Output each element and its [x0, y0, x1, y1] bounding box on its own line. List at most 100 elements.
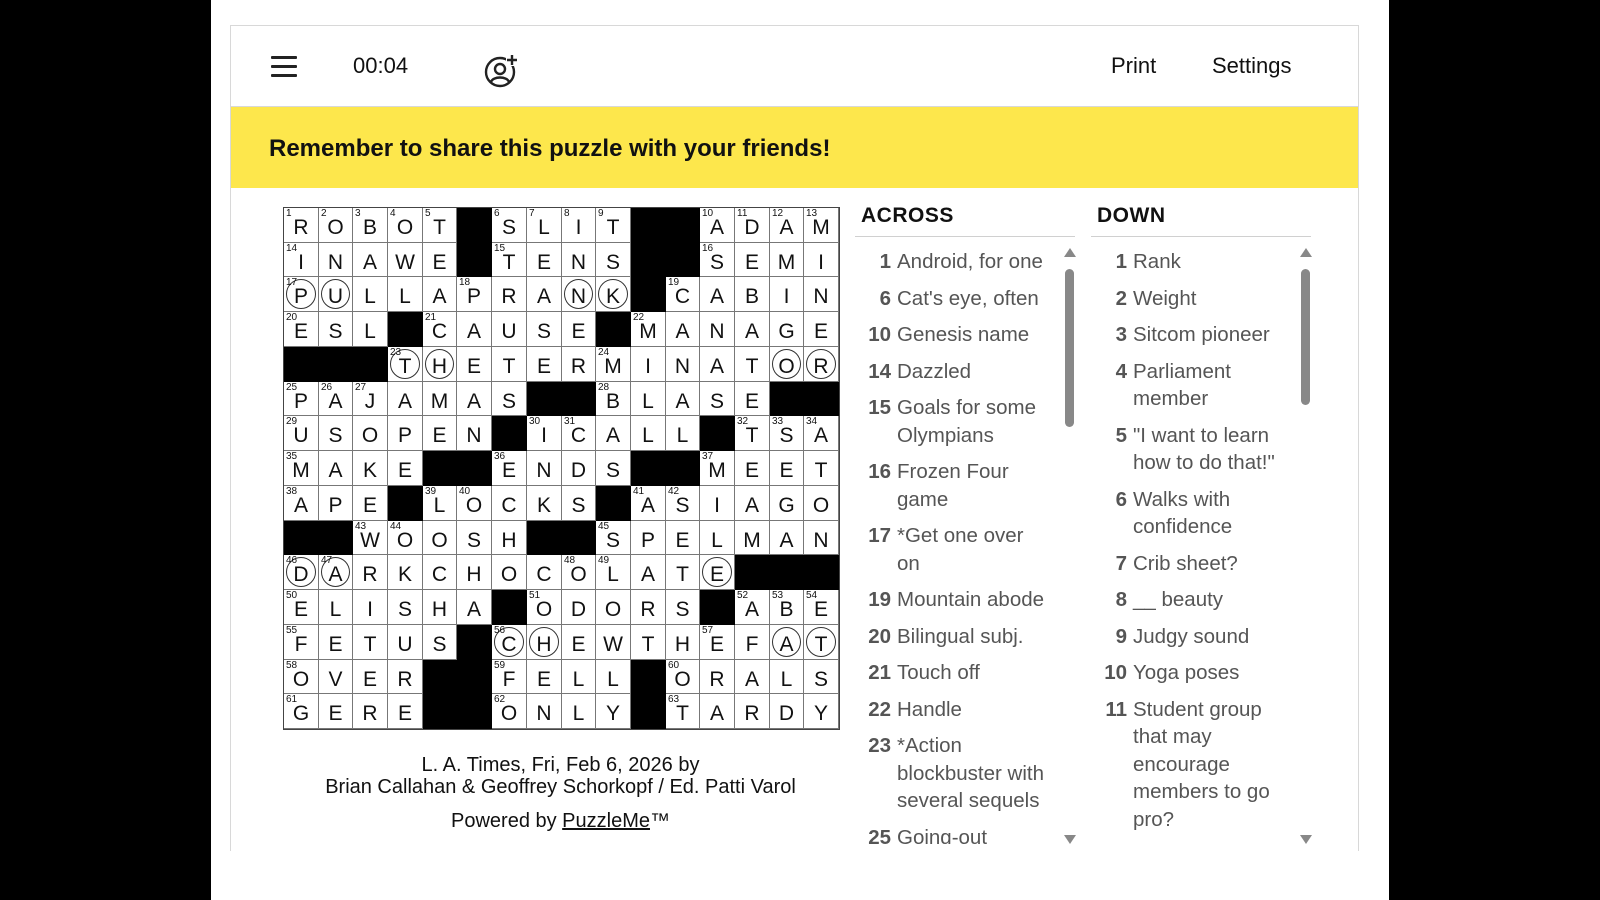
grid-cell[interactable]: A [735, 486, 770, 521]
grid-cell[interactable]: I [631, 347, 666, 382]
grid-cell[interactable]: S [596, 451, 631, 486]
grid-cell[interactable]: 46 D [284, 555, 319, 590]
grid-cell[interactable]: K [527, 486, 562, 521]
grid-cell[interactable]: E [666, 521, 700, 555]
grid-cell[interactable]: L [388, 277, 423, 312]
grid-cell[interactable]: R [388, 660, 423, 694]
grid-cell[interactable]: 5T [423, 208, 457, 243]
across-clue[interactable]: 1 Android, for one [855, 248, 1047, 276]
grid-cell[interactable]: F [735, 625, 770, 660]
grid-cell[interactable]: N [562, 243, 596, 277]
across-scroll-thumb[interactable] [1065, 269, 1074, 427]
grid-cell[interactable]: 18 P [457, 277, 492, 312]
grid-cell[interactable]: 40 O [457, 486, 492, 521]
grid-cell[interactable]: A [700, 277, 735, 312]
across-clue[interactable]: 6 Cat's eye, often [855, 285, 1047, 313]
grid-cell[interactable]: E [353, 660, 388, 694]
grid-cell[interactable]: A [527, 277, 562, 312]
hamburger-menu-icon[interactable] [271, 56, 297, 78]
grid-cell[interactable]: A [700, 694, 735, 729]
grid-cell[interactable]: 54 E [804, 590, 839, 625]
grid-cell[interactable]: 38 A [284, 486, 319, 521]
grid-cell[interactable]: E [457, 347, 492, 382]
grid-cell[interactable]: 22 M [631, 312, 666, 347]
down-scroll-down-icon[interactable] [1300, 835, 1312, 844]
grid-cell[interactable]: C [492, 486, 527, 521]
grid-cell[interactable]: P [388, 416, 423, 451]
grid-cell[interactable]: S [388, 590, 423, 625]
grid-cell[interactable]: A [770, 625, 804, 660]
grid-cell[interactable]: T [735, 347, 770, 382]
grid-cell[interactable]: A [596, 416, 631, 451]
across-scrollbar[interactable] [1063, 248, 1077, 844]
grid-cell[interactable]: A [700, 347, 735, 382]
grid-cell[interactable]: 25 P [284, 382, 319, 416]
grid-cell[interactable]: N [562, 277, 596, 312]
grid-cell[interactable]: E [562, 312, 596, 347]
grid-cell[interactable]: L [596, 660, 631, 694]
across-clue[interactable]: 25 Going-out [855, 824, 1047, 845]
across-clue[interactable]: 14 Dazzled [855, 358, 1047, 386]
across-scroll-up-icon[interactable] [1064, 248, 1076, 257]
grid-cell[interactable]: D [770, 694, 804, 729]
grid-cell[interactable]: 39 L [423, 486, 457, 521]
down-clue[interactable]: 4 Parliament member [1091, 358, 1283, 413]
grid-cell[interactable]: 6S [492, 208, 527, 243]
grid-cell[interactable]: P [631, 521, 666, 555]
down-clue[interactable]: 7 Crib sheet? [1091, 550, 1283, 578]
grid-cell[interactable]: N [527, 451, 562, 486]
grid-cell[interactable]: N [527, 694, 562, 729]
grid-cell[interactable]: 27 J [353, 382, 388, 416]
grid-cell[interactable]: B [735, 277, 770, 312]
grid-cell[interactable]: O [804, 486, 839, 521]
grid-cell[interactable]: E [700, 555, 735, 590]
across-scroll-down-icon[interactable] [1064, 835, 1076, 844]
grid-cell[interactable]: N [700, 312, 735, 347]
grid-cell[interactable]: 11 D [735, 208, 770, 243]
grid-cell[interactable]: 35 M [284, 451, 319, 486]
grid-cell[interactable]: C [527, 555, 562, 590]
down-clue-list[interactable]: 1 Rank 2 Weight 3 Sitcom pioneer 4 Parliament m… [1091, 248, 1283, 844]
grid-cell[interactable]: W [596, 625, 631, 660]
grid-cell[interactable]: L [562, 660, 596, 694]
across-clue[interactable]: 10 Genesis name [855, 321, 1047, 349]
grid-cell[interactable]: U [388, 625, 423, 660]
grid-cell[interactable]: R [735, 694, 770, 729]
grid-cell[interactable]: 47 A [319, 555, 353, 590]
grid-cell[interactable]: 13 M [804, 208, 839, 243]
grid-cell[interactable]: T [631, 625, 666, 660]
down-scroll-thumb[interactable] [1301, 269, 1310, 405]
grid-cell[interactable]: A [457, 312, 492, 347]
across-clue[interactable]: 22 Handle [855, 696, 1047, 724]
grid-cell[interactable]: 16 S [700, 243, 735, 277]
grid-cell[interactable]: E [527, 660, 562, 694]
grid-cell[interactable]: 34 A [804, 416, 839, 451]
grid-cell[interactable]: K [388, 555, 423, 590]
grid-cell[interactable]: 9T [596, 208, 631, 243]
grid-cell[interactable]: 21 C [423, 312, 457, 347]
grid-cell[interactable]: U [319, 277, 353, 312]
grid-cell[interactable]: W [388, 243, 423, 277]
grid-cell[interactable]: S [423, 625, 457, 660]
grid-cell[interactable]: N [666, 347, 700, 382]
grid-cell[interactable]: L [319, 590, 353, 625]
grid-cell[interactable]: A [457, 382, 492, 416]
grid-cell[interactable]: 10 A [700, 208, 735, 243]
grid-cell[interactable]: L [631, 416, 666, 451]
grid-cell[interactable]: E [804, 312, 839, 347]
grid-cell[interactable]: S [700, 382, 735, 416]
grid-cell[interactable]: 61 G [284, 694, 319, 729]
down-clue[interactable]: 6 Walks with confidence [1091, 486, 1283, 541]
grid-cell[interactable]: S [492, 382, 527, 416]
grid-cell[interactable]: S [562, 486, 596, 521]
grid-cell[interactable]: 23 T [388, 347, 423, 382]
grid-cell[interactable]: S [457, 521, 492, 555]
down-scrollbar[interactable] [1299, 248, 1313, 844]
down-scroll-up-icon[interactable] [1300, 248, 1312, 257]
grid-cell[interactable]: L [353, 312, 388, 347]
grid-cell[interactable]: 32 T [735, 416, 770, 451]
invite-friend-icon[interactable] [484, 54, 518, 88]
grid-cell[interactable]: L [631, 382, 666, 416]
grid-cell[interactable]: R [353, 555, 388, 590]
grid-cell[interactable]: K [353, 451, 388, 486]
